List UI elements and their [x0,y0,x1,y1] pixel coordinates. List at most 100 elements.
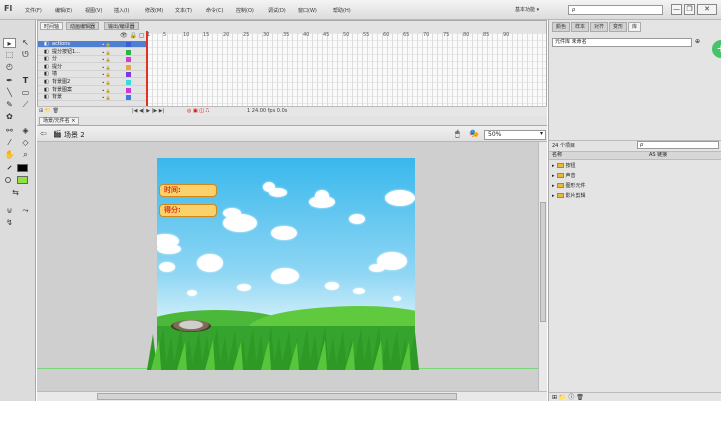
layer-toggles[interactable]: • 🔒 [102,49,111,56]
fill-color-swatch[interactable] [17,176,28,184]
layer-color-swatch[interactable] [126,72,131,78]
zoom-chevron-down-icon[interactable]: ▾ [540,130,543,137]
new-symbol-icon[interactable]: + [712,40,721,58]
expand-icon[interactable]: ▸ [552,173,555,179]
expand-icon[interactable]: ▸ [552,193,555,199]
3d-rotation-icon[interactable]: ◴ [3,62,16,72]
library-footer-icons[interactable]: ⊞ 📁 ⓘ 🗑 [549,392,721,401]
menu-item[interactable]: 视图(V) [85,7,102,14]
tab-output[interactable]: 输出/编译器 [104,22,139,30]
scroll-thumb[interactable] [97,393,457,400]
free-transform-icon[interactable]: ⬚ [3,50,16,60]
back-arrow-icon[interactable]: ⇦ [40,129,47,138]
new-layer-icon[interactable]: ⊞ 📁 🗑 [39,107,59,116]
layer-row[interactable]: ◧ 背景图案 • 🔒 [38,87,146,94]
layer-toggles[interactable]: • 🔒 [102,87,111,94]
pin-icon[interactable]: ⊕ [695,38,700,45]
library-folder[interactable]: ▸ 图形元件 [552,182,586,189]
layer-row[interactable]: ◧ 分 • 🔒 [38,56,146,64]
hand-tool-icon[interactable]: ✋ [3,150,16,160]
smooth-icon[interactable]: ⤳ [19,206,32,216]
eraser-icon[interactable]: ◇ [19,138,32,148]
vertical-scrollbar[interactable] [538,142,547,391]
tab-timeline[interactable]: 时间轴 [40,22,64,30]
paint-bucket-icon[interactable]: ◈ [19,126,32,136]
text-tool-icon[interactable]: T [19,76,32,86]
bone-tool-icon[interactable]: ⚯ [3,126,16,136]
eyedropper-icon[interactable]: ⁄ [3,138,16,148]
tab-align[interactable]: 对齐 [590,22,609,32]
menu-item[interactable]: 命令(C) [206,7,223,14]
layer-color-swatch[interactable] [126,64,131,70]
layer-toggles[interactable]: • 🔒 [102,79,111,86]
playhead[interactable] [146,31,148,116]
selection-tool-icon[interactable]: ▸ [3,38,16,48]
layer-row[interactable]: ◧ 墙 • 🔒 [38,71,146,79]
layer-toggles[interactable]: • 🔒 [102,56,111,63]
workspace-switcher[interactable]: 基本功能 ▾ [515,6,539,13]
tab-motion-editor[interactable]: 动画编辑器 [66,22,100,30]
playback-controls[interactable]: |◀ ◀| ▶ |▶ ▶| [132,107,164,116]
frame-grid[interactable] [146,33,546,117]
library-search-input[interactable]: ρ [637,141,719,149]
stroke-color-swatch[interactable] [17,164,28,172]
layer-color-swatch[interactable] [126,42,131,47]
layer-row[interactable]: ◧ 背景图2 • 🔒 [38,79,146,86]
layer-toggles[interactable]: • 🔒 [102,64,111,71]
brush-tool-icon[interactable]: ⟋ [19,100,32,110]
menu-item[interactable]: 文件(F) [25,7,42,14]
document-tab[interactable]: 场景/元件名 × [39,117,80,125]
lasso-tool-icon[interactable]: ᘎ [19,50,32,60]
layer-color-swatch[interactable] [126,57,131,63]
layer-row[interactable]: ◧ 提分按钮1... • 🔒 [38,49,146,56]
menu-item[interactable]: 窗口(W) [298,7,317,14]
menu-item[interactable]: 编辑(E) [55,7,72,14]
col-linkage[interactable]: AS 链接 [649,152,667,159]
layer-toggles[interactable]: • 🔒 [102,71,111,78]
onion-skin-icons[interactable]: ◎ ▣ ◫ ⎍ [187,107,209,116]
zoom-select[interactable]: 50% [484,130,546,140]
layer-row[interactable]: ◧ 背景 • 🔒 [38,94,146,102]
deco-tool-icon[interactable]: ✿ [3,112,16,122]
layer-row[interactable]: ◧ 提分 • 🔒 [38,64,146,71]
frame-ruler[interactable]: 1 5 10 15 20 25 30 35 40 45 50 55 60 65 70 75 80 85 90 [146,21,546,41]
library-folder[interactable]: ▸ 影片剪辑 [552,192,586,199]
straighten-icon[interactable]: ↯ [3,218,16,228]
col-name[interactable]: 名称 [552,152,562,159]
menu-item[interactable]: 文本(T) [175,7,192,14]
line-tool-icon[interactable]: ╲ [3,88,16,98]
layer-color-swatch[interactable] [126,49,131,55]
menu-item[interactable]: 插入(I) [114,7,129,14]
edit-scene-icon[interactable]: 🖱 [455,129,460,139]
layer-toggles[interactable]: • 🔒 [102,41,111,48]
menu-item[interactable]: 调试(D) [268,7,286,14]
layer-visibility-icons[interactable]: 👁 🔒 ▢ [120,32,145,39]
library-folder[interactable]: ▸ 声音 [552,172,576,179]
rectangle-tool-icon[interactable]: ▭ [19,88,32,98]
layer-color-swatch[interactable] [126,87,131,93]
expand-icon[interactable]: ▸ [552,183,555,189]
library-dropdown[interactable]: 元件库 未命名 [552,38,692,47]
tab-library[interactable]: 库 [628,22,642,32]
tab-color[interactable]: 颜色 [552,22,571,32]
minimize-button[interactable]: — [671,4,682,15]
tab-transform[interactable]: 变形 [609,22,628,32]
scene-breadcrumb[interactable]: 场景 2 [64,130,85,140]
expand-icon[interactable]: ▸ [552,163,555,169]
subselection-tool-icon[interactable]: ↖ [19,38,32,48]
pencil-tool-icon[interactable]: ✎ [3,100,16,110]
layer-row[interactable]: ◧ actions • 🔒 [38,41,146,48]
layer-color-swatch[interactable] [126,95,131,101]
layer-color-swatch[interactable] [126,80,131,85]
snap-magnet-icon[interactable]: ⊍ [3,206,16,216]
tab-swatches[interactable]: 样本 [571,22,590,32]
help-search-input[interactable]: ρ [568,5,663,15]
horizontal-scrollbar[interactable] [37,391,547,401]
swap-colors-icon[interactable]: ⇆ [9,188,22,198]
edit-symbol-icon[interactable]: 🎭 [469,129,479,138]
pen-tool-icon[interactable]: ✒ [3,76,16,86]
library-folder[interactable]: ▸ 按钮 [552,162,576,169]
scroll-thumb[interactable] [540,202,546,322]
close-button[interactable]: ✕ [697,4,717,15]
zoom-tool-icon[interactable]: ⌕ [19,150,32,160]
